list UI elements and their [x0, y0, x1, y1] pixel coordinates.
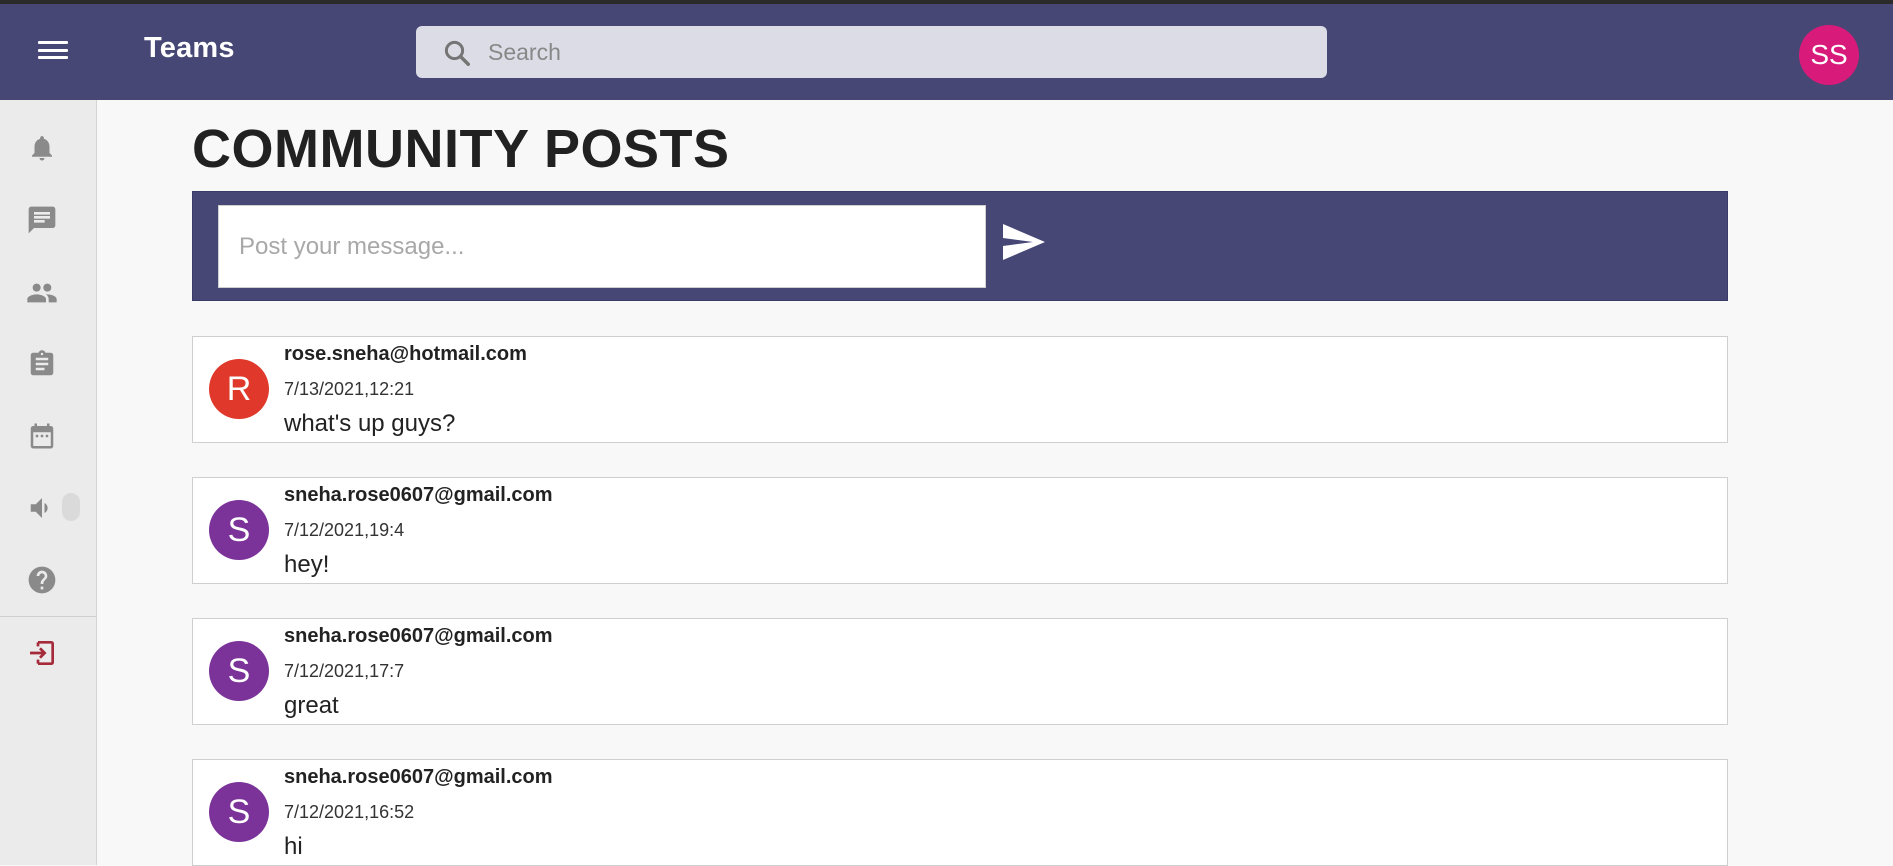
- post-author-email: sneha.rose0607@gmail.com: [284, 484, 553, 506]
- sidebar-item-teams[interactable]: [24, 275, 60, 311]
- audio-toggle[interactable]: [62, 493, 80, 521]
- app-title: Teams: [144, 32, 235, 64]
- people-icon: [27, 283, 57, 303]
- sidebar-item-help[interactable]: [24, 562, 60, 598]
- sidebar-item-logout[interactable]: [24, 635, 60, 671]
- post-timestamp: 7/12/2021,17:7: [284, 661, 405, 681]
- post-message: hey!: [284, 551, 330, 578]
- search-bar[interactable]: [416, 26, 1327, 78]
- clipboard-icon: [30, 350, 54, 376]
- post-author-email: rose.sneha@hotmail.com: [284, 343, 527, 365]
- post-avatar: R: [209, 359, 269, 419]
- sidebar-item-assignments[interactable]: [24, 346, 60, 382]
- post-avatar: S: [209, 782, 269, 842]
- send-icon[interactable]: [999, 218, 1047, 266]
- chat-icon: [28, 206, 56, 234]
- post-avatar: S: [209, 641, 269, 701]
- sidebar-item-notifications[interactable]: [24, 130, 60, 166]
- post-message: what's up guys?: [284, 410, 456, 437]
- post-message: hi: [284, 833, 303, 860]
- help-icon: [28, 566, 56, 594]
- speaker-icon: [30, 498, 48, 518]
- exit-icon: [30, 641, 54, 665]
- post-timestamp: 7/13/2021,12:21: [284, 379, 415, 399]
- post-message: great: [284, 692, 339, 719]
- main-content: COMMUNITY POSTS R rose.sneha@hotmail.com…: [98, 100, 1893, 866]
- sidebar-item-calendar[interactable]: [24, 418, 60, 454]
- post-timestamp: 7/12/2021,16:52: [284, 802, 415, 822]
- bell-icon: [32, 136, 52, 161]
- search-icon: [444, 40, 470, 66]
- search-input[interactable]: [488, 26, 1308, 78]
- sidebar-item-chat[interactable]: [24, 202, 60, 238]
- sidebar: [0, 100, 97, 865]
- sidebar-divider: [0, 616, 96, 617]
- post-composer: [192, 191, 1728, 301]
- post-avatar: S: [209, 500, 269, 560]
- sidebar-item-audio[interactable]: [24, 490, 60, 526]
- page-title: COMMUNITY POSTS: [192, 119, 730, 179]
- hamburger-menu-icon[interactable]: [38, 38, 68, 62]
- app-bar: Teams SS: [0, 4, 1893, 100]
- post-timestamp: 7/12/2021,19:4: [284, 520, 405, 540]
- post-card: S sneha.rose0607@gmail.com 7/12/2021,19:…: [192, 477, 1728, 584]
- post-card: S sneha.rose0607@gmail.com 7/12/2021,16:…: [192, 759, 1728, 866]
- calendar-icon: [30, 423, 54, 449]
- message-input[interactable]: [218, 205, 986, 288]
- post-author-email: sneha.rose0607@gmail.com: [284, 625, 553, 647]
- user-avatar[interactable]: SS: [1799, 25, 1859, 85]
- post-card: S sneha.rose0607@gmail.com 7/12/2021,17:…: [192, 618, 1728, 725]
- post-card: R rose.sneha@hotmail.com 7/13/2021,12:21…: [192, 336, 1728, 443]
- post-author-email: sneha.rose0607@gmail.com: [284, 766, 553, 788]
